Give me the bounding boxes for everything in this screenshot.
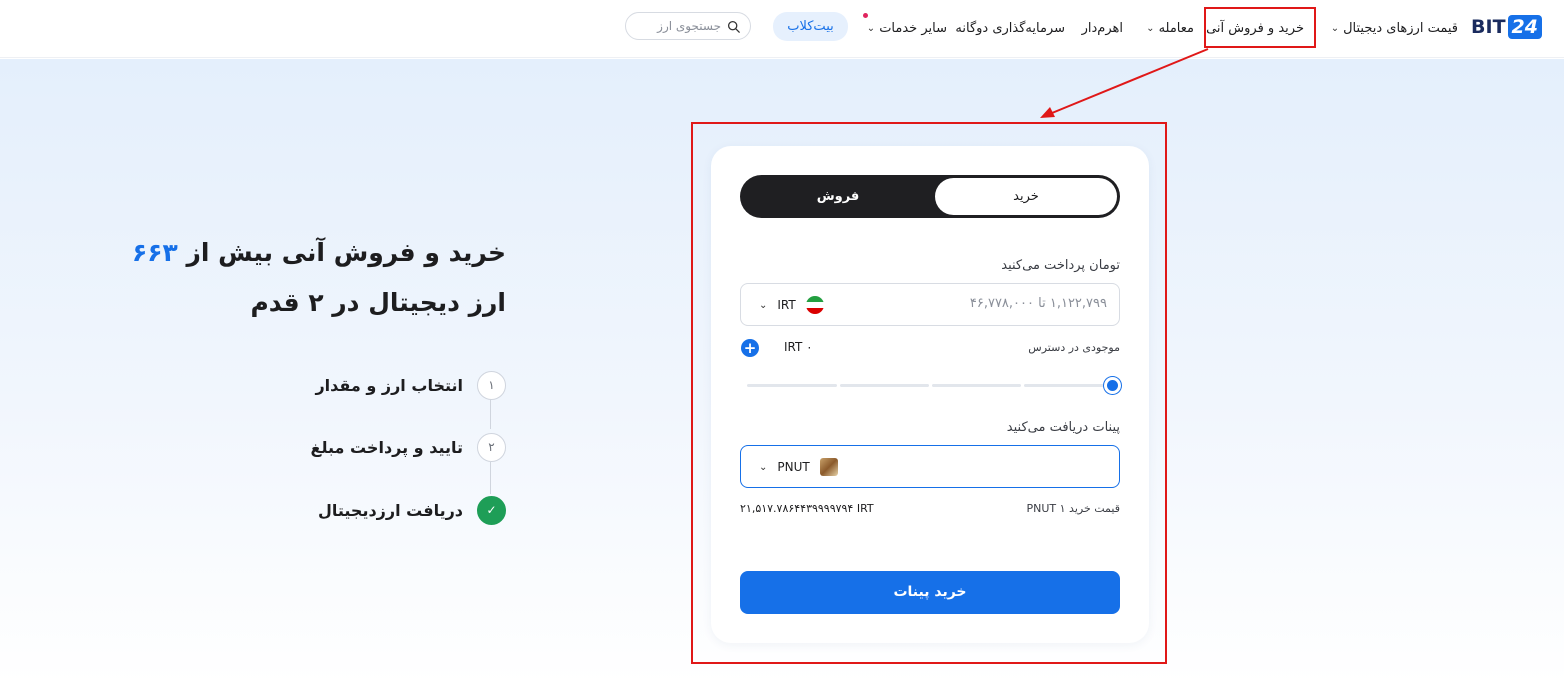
- add-funds-button[interactable]: +: [741, 339, 759, 357]
- buy-pnut-button[interactable]: خرید پینات: [740, 571, 1120, 614]
- receive-currency-code: PNUT: [777, 460, 810, 474]
- pay-label: تومان پرداخت می‌کنید: [1001, 258, 1120, 273]
- rate-value: ۲۱,۵۱۷.۷۸۶۴۴۳۹۹۹۹۷۹۴ IRT: [740, 502, 874, 515]
- receive-currency-select[interactable]: ⌄ PNUT: [759, 456, 838, 478]
- pay-currency-select[interactable]: ⌄ IRT: [759, 294, 824, 316]
- pnut-coin-icon: [819, 458, 838, 476]
- available-balance: موجودی در دسترس IRT ۰ +: [740, 339, 1120, 359]
- pay-currency-code: IRT: [777, 298, 796, 312]
- balance-value: IRT ۰: [784, 340, 813, 354]
- chevron-down-icon: ⌄: [759, 299, 768, 311]
- receive-label: پینات دریافت می‌کنید: [1006, 420, 1120, 435]
- receive-amount-field[interactable]: ⌄ PNUT: [740, 445, 1120, 488]
- tab-buy[interactable]: خرید: [935, 178, 1117, 215]
- slider-segment: [747, 384, 837, 387]
- slider-segment: [932, 384, 1021, 387]
- slider-handle[interactable]: [1104, 377, 1121, 394]
- pay-amount-placeholder: ۱,۱۲۲,۷۹۹ تا ۴۶,۷۷۸,۰۰۰: [969, 296, 1107, 311]
- pay-amount-field[interactable]: ۱,۱۲۲,۷۹۹ تا ۴۶,۷۷۸,۰۰۰ ⌄ IRT: [740, 283, 1120, 326]
- slider-segment: [1024, 384, 1114, 387]
- rate-label: قیمت خرید ۱ PNUT: [1026, 502, 1121, 515]
- tab-sell[interactable]: فروش: [743, 178, 933, 215]
- balance-label: موجودی در دسترس: [1028, 341, 1120, 354]
- slider-segment: [840, 384, 929, 387]
- instant-trade-card: خرید فروش تومان پرداخت می‌کنید ۱,۱۲۲,۷۹۹…: [711, 146, 1149, 643]
- chevron-down-icon: ⌄: [759, 461, 768, 473]
- amount-slider[interactable]: [747, 375, 1125, 395]
- buy-sell-toggle: خرید فروش: [740, 175, 1120, 218]
- iran-flag-icon: [805, 296, 824, 314]
- buy-rate: قیمت خرید ۱ PNUT ۲۱,۵۱۷.۷۸۶۴۴۳۹۹۹۹۷۹۴ IR…: [740, 501, 1120, 519]
